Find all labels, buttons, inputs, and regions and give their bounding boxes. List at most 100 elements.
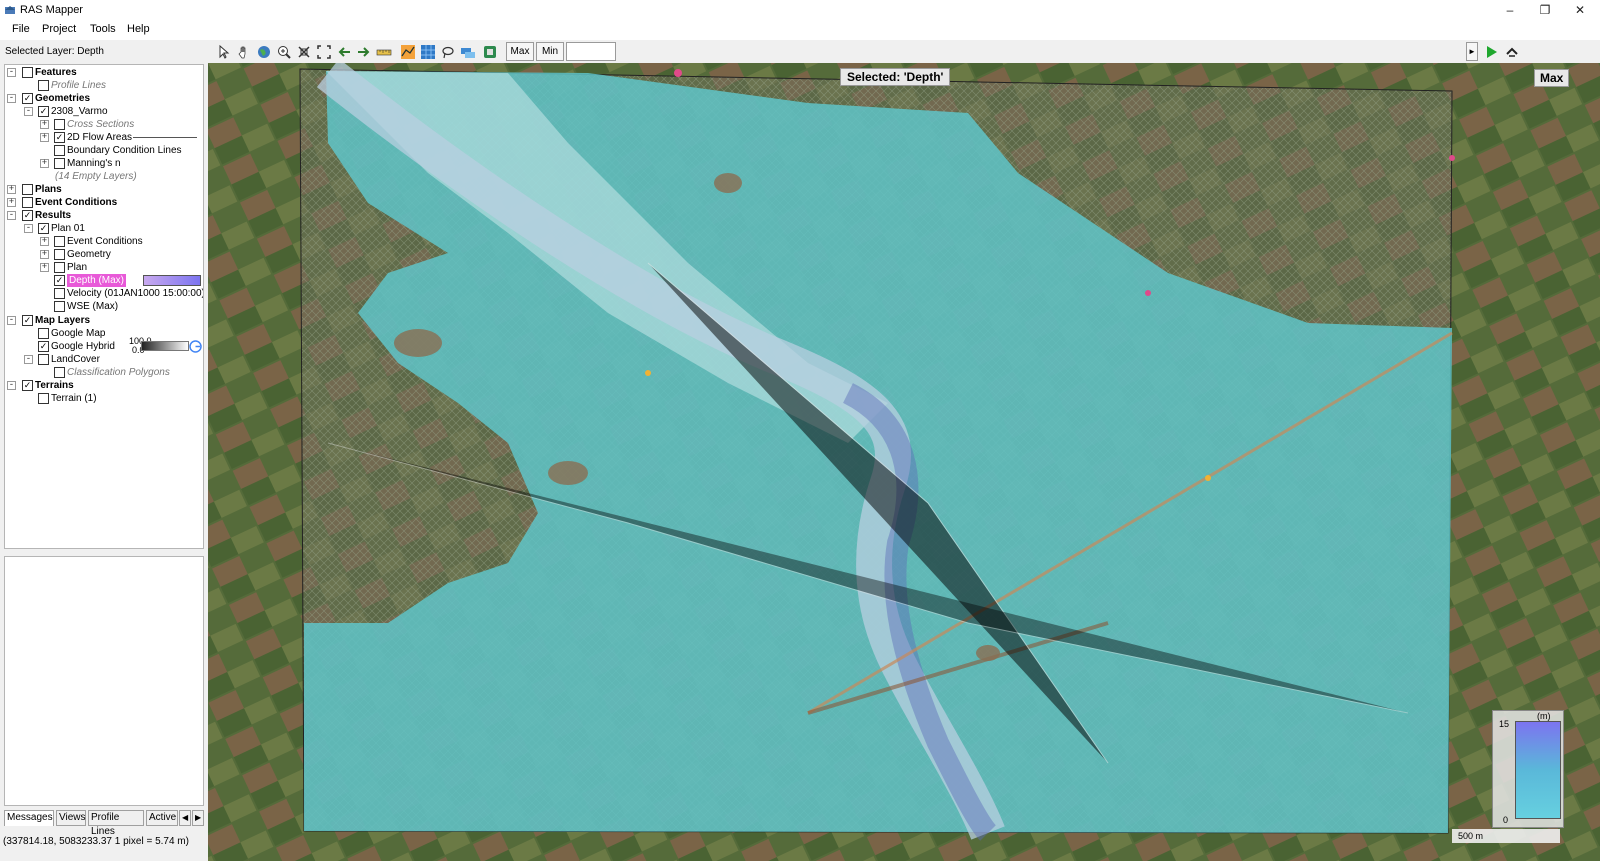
menu-bar: File Project Tools Help (0, 20, 1600, 40)
checkbox-checked[interactable]: ✓ (38, 223, 49, 234)
tab-scroll-right-icon[interactable]: ▶ (192, 810, 204, 826)
tree-2d-flow-areas[interactable]: + ✓ 2D Flow Areas (5, 131, 203, 144)
dry-area (714, 173, 742, 193)
coordinate-readout: (337814.18, 5083233.37 1 pixel = 5.74 m) (3, 836, 189, 847)
menu-file[interactable]: File (12, 23, 30, 35)
checkbox-checked[interactable]: ✓ (38, 106, 49, 117)
max-button[interactable]: Max (506, 42, 534, 61)
checkbox[interactable] (38, 80, 49, 91)
checkbox[interactable] (38, 393, 49, 404)
measure-icon[interactable] (376, 44, 392, 60)
legend-max: 15 (1499, 719, 1510, 729)
pointer-icon[interactable] (216, 44, 232, 60)
checkbox[interactable] (38, 328, 49, 339)
opacity-slider[interactable] (141, 341, 189, 351)
expand-icon[interactable]: + (40, 250, 49, 259)
poi-marker[interactable] (1145, 290, 1151, 296)
expand-icon[interactable]: + (40, 159, 49, 168)
time-slider[interactable] (566, 42, 616, 61)
tab-active[interactable]: Active (146, 810, 178, 826)
minimize-icon[interactable]: – (1495, 2, 1525, 18)
checkbox[interactable] (54, 119, 65, 130)
collapse-icon[interactable]: - (7, 94, 16, 103)
checkbox[interactable] (54, 249, 65, 260)
tree-depth-max[interactable]: ✓ Depth (Max) (5, 274, 203, 287)
poi-marker[interactable] (645, 370, 651, 376)
map-view[interactable]: Selected: 'Depth' Max 15 (m) 0 500 m (208, 63, 1600, 861)
max-overlay: Max (1534, 69, 1570, 87)
checkbox[interactable] (22, 197, 33, 208)
map-canvas[interactable] (208, 63, 1600, 861)
collapse-icon[interactable]: - (24, 355, 33, 364)
step-forward-button[interactable]: ► (1466, 42, 1478, 61)
tree-google-hybrid[interactable]: ✓ Google Hybrid 100.0 0.0 (5, 336, 203, 355)
legend-unit: (m) (1537, 711, 1551, 721)
grid-map-icon[interactable] (420, 44, 436, 60)
checkbox[interactable] (54, 236, 65, 247)
collapse-icon[interactable]: - (7, 316, 16, 325)
checkbox-checked[interactable]: ✓ (22, 380, 33, 391)
status-bar: (337814.18, 5083233.37 1 pixel = 5.74 m) (0, 834, 208, 861)
checkbox-checked[interactable]: ✓ (22, 315, 33, 326)
checkbox[interactable] (22, 67, 33, 78)
checkbox[interactable] (54, 301, 65, 312)
checkbox[interactable] (54, 262, 65, 273)
tab-messages[interactable]: Messages (4, 810, 54, 826)
zoom-extent-icon[interactable] (296, 44, 312, 60)
scale-bar: 500 m (1452, 829, 1560, 843)
restore-icon[interactable]: ❐ (1530, 2, 1560, 18)
profile-plot-icon[interactable] (400, 44, 416, 60)
menu-help[interactable]: Help (127, 23, 150, 35)
collapse-icon[interactable]: - (7, 211, 16, 220)
checkbox[interactable] (54, 288, 65, 299)
checkbox[interactable] (54, 158, 65, 169)
pan-hand-icon[interactable] (236, 44, 252, 60)
poi-marker[interactable] (674, 69, 682, 77)
play-icon[interactable] (1486, 45, 1498, 59)
checkbox[interactable] (54, 145, 65, 156)
expand-icon[interactable]: + (7, 198, 16, 207)
checkbox-checked[interactable]: ✓ (54, 132, 65, 143)
expand-icon[interactable]: + (40, 263, 49, 272)
expand-icon[interactable]: + (40, 237, 49, 246)
menu-tools[interactable]: Tools (90, 23, 116, 35)
checkbox-checked[interactable]: ✓ (22, 210, 33, 221)
expand-icon[interactable]: + (40, 133, 49, 142)
messages-panel[interactable] (4, 556, 204, 806)
expand-icon[interactable]: + (7, 185, 16, 194)
close-icon[interactable]: ✕ (1565, 2, 1595, 18)
layer-tree: - Features Profile Lines - ✓ Geometries … (4, 64, 204, 549)
checkbox-checked[interactable]: ✓ (22, 93, 33, 104)
collapse-icon[interactable]: - (7, 68, 16, 77)
layers-icon[interactable] (460, 44, 476, 60)
tab-views[interactable]: Views (56, 810, 86, 826)
expand-icon[interactable]: + (40, 120, 49, 129)
globe-icon[interactable] (256, 44, 272, 60)
back-arrow-icon[interactable] (336, 44, 352, 60)
checkbox[interactable] (54, 367, 65, 378)
checkbox[interactable] (38, 354, 49, 365)
full-extent-icon[interactable] (316, 44, 332, 60)
depth-colorbar[interactable] (143, 275, 201, 286)
checkbox-checked[interactable]: ✓ (54, 275, 65, 286)
min-button[interactable]: Min (536, 42, 564, 61)
poi-marker[interactable] (1205, 475, 1211, 481)
tab-profile-lines[interactable]: Profile Lines (88, 810, 144, 837)
lasso-icon[interactable] (440, 44, 456, 60)
collapse-icon[interactable]: - (7, 381, 16, 390)
animation-options-icon[interactable] (1505, 45, 1519, 59)
checkbox[interactable] (22, 184, 33, 195)
zoom-in-icon[interactable] (276, 44, 292, 60)
dry-area (548, 461, 588, 485)
toolbar: Selected Layer: Depth Max Min ► (0, 41, 1600, 63)
tab-scroll-left-icon[interactable]: ◀ (179, 810, 191, 826)
database-icon[interactable] (482, 44, 498, 60)
forward-arrow-icon[interactable] (356, 44, 372, 60)
ras-mapper-logo-icon (5, 6, 15, 14)
selected-layer-overlay: Selected: 'Depth' (840, 68, 951, 86)
collapse-icon[interactable]: - (24, 224, 33, 233)
poi-marker[interactable] (1449, 155, 1455, 161)
menu-project[interactable]: Project (42, 23, 76, 35)
checkbox-checked[interactable]: ✓ (38, 341, 49, 352)
collapse-icon[interactable]: - (24, 107, 33, 116)
